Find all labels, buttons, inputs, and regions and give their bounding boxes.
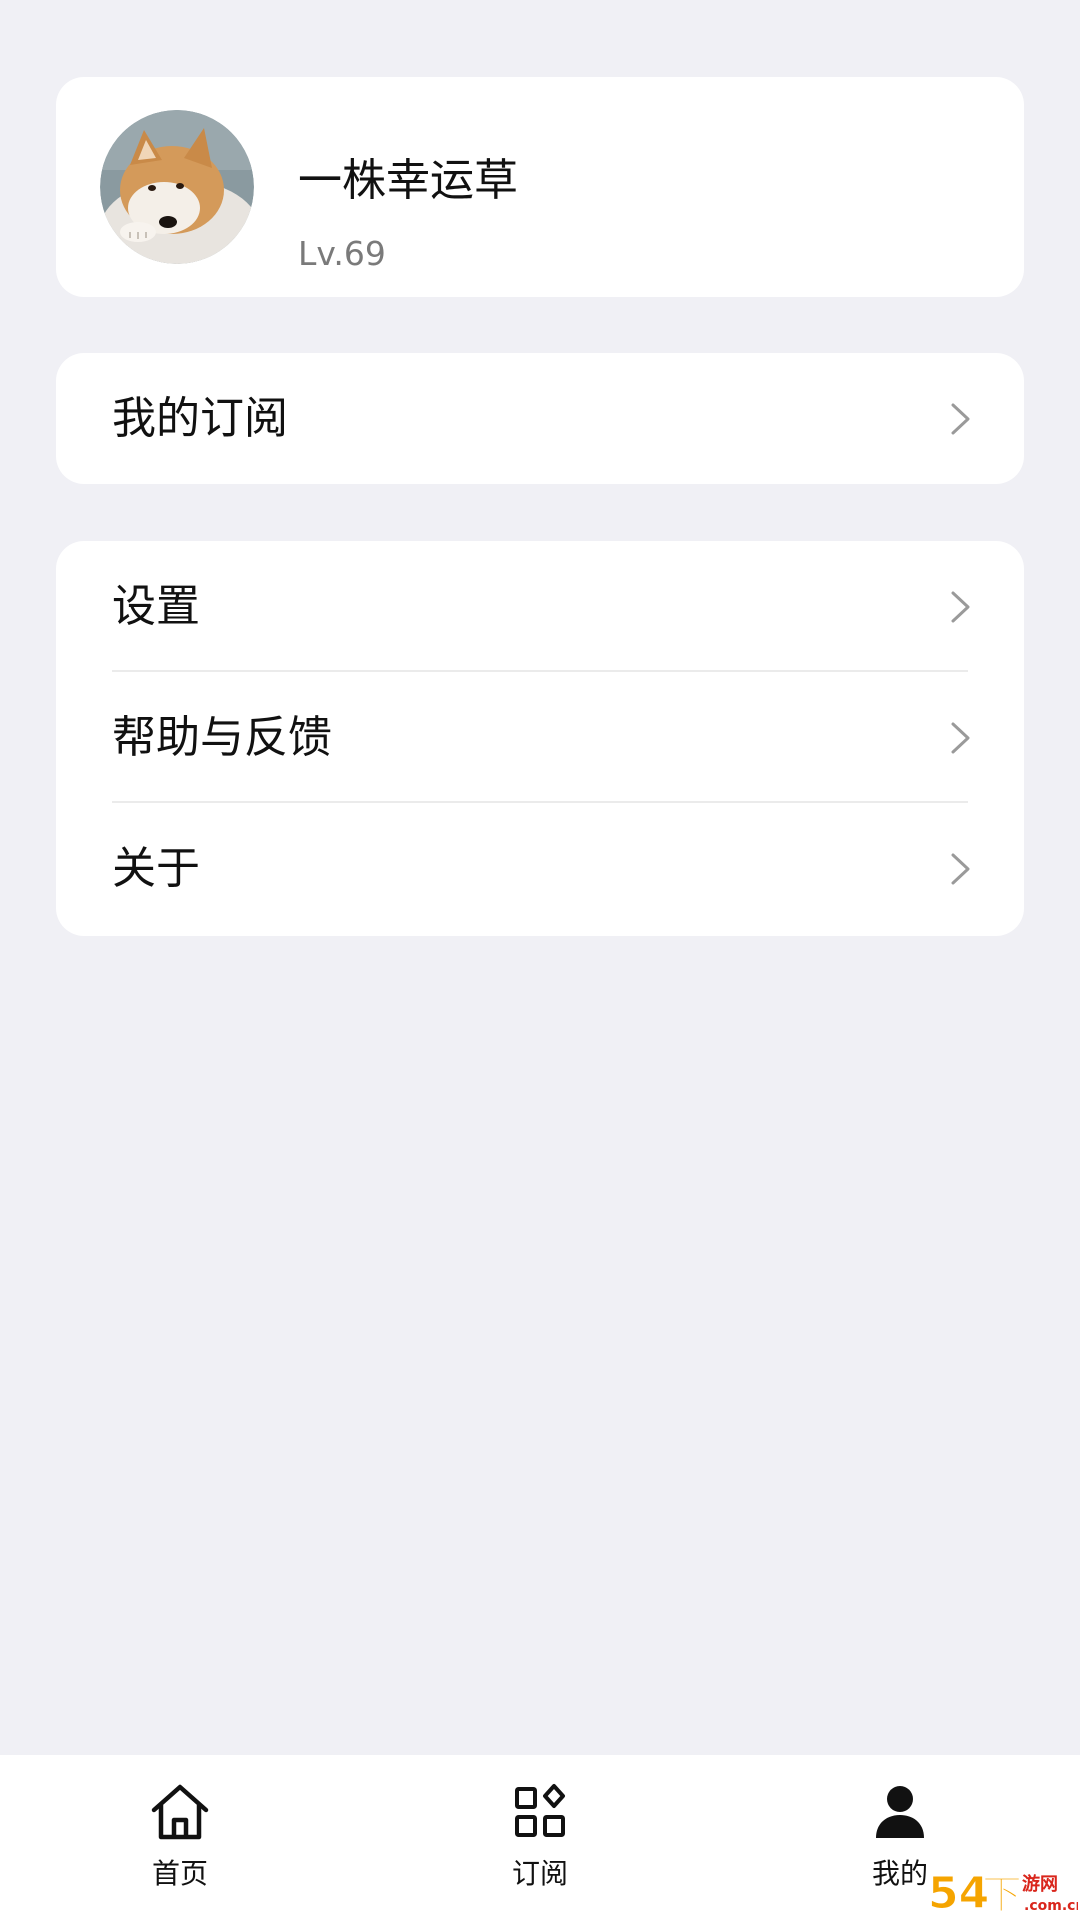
apps-icon: [515, 1784, 565, 1837]
menu-item-label: 帮助与反馈: [112, 711, 332, 763]
person-icon: [876, 1786, 924, 1838]
menu-item-label: 设置: [112, 580, 200, 632]
menu-group-settings: 设置 帮助与反馈 关于: [56, 541, 1024, 936]
chevron-right-icon: [951, 591, 970, 622]
menu-item-help-feedback[interactable]: 帮助与反馈: [56, 672, 1024, 803]
chevron-right-icon: [951, 722, 970, 753]
user-level: Lv.69: [298, 234, 386, 273]
tab-home-label: 首页: [151, 1857, 208, 1890]
site-watermark-logo: 54 下 游网 .com.cn: [928, 1868, 1079, 1919]
chevron-right-icon: [951, 403, 970, 434]
menu-group-subscriptions: 我的订阅: [56, 353, 1024, 484]
menu-item-label: 我的订阅: [112, 392, 288, 444]
avatar[interactable]: [100, 110, 254, 264]
svg-text:游网: 游网: [1022, 1873, 1058, 1895]
menu-item-label: 关于: [112, 842, 200, 894]
shiba-dog-avatar-icon: [100, 110, 254, 264]
profile-card[interactable]: 一株幸运草 Lv.69: [56, 77, 1024, 297]
menu-item-about[interactable]: 关于: [56, 803, 1024, 934]
tab-subscriptions-label: 订阅: [511, 1857, 568, 1890]
svg-text:下: 下: [982, 1872, 1022, 1918]
tab-home[interactable]: 首页: [80, 1755, 280, 1920]
menu-item-settings[interactable]: 设置: [56, 541, 1024, 672]
svg-text:.com.cn: .com.cn: [1024, 1898, 1078, 1914]
bottom-nav: 首页 订阅 我的: [0, 1755, 1080, 1920]
svg-text:54: 54: [928, 1868, 989, 1918]
menu-item-my-subscriptions[interactable]: 我的订阅: [56, 353, 1024, 484]
tab-subscriptions[interactable]: 订阅: [440, 1755, 640, 1920]
chevron-right-icon: [951, 853, 970, 884]
username: 一株幸运草: [298, 155, 518, 206]
home-icon: [151, 1784, 209, 1840]
